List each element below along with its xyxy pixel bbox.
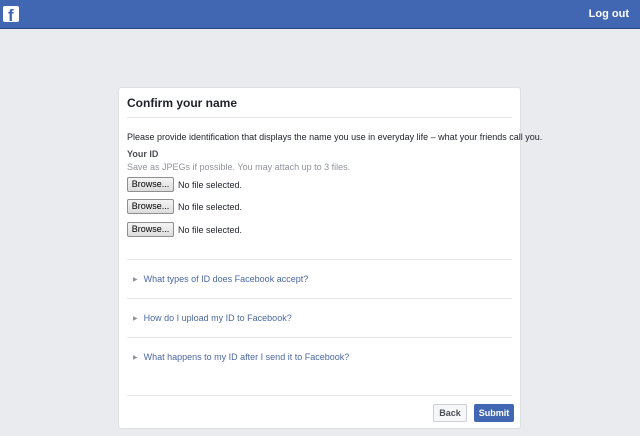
file-upload-row: Browse... No file selected. — [127, 199, 242, 214]
triangle-right-icon: ▶ — [133, 354, 138, 361]
file-upload-row: Browse... No file selected. — [127, 177, 242, 192]
file-status: No file selected. — [178, 224, 243, 235]
your-id-label: Your ID — [127, 149, 159, 159]
file-upload-row: Browse... No file selected. — [127, 222, 242, 237]
browse-button[interactable]: Browse... — [127, 177, 174, 192]
triangle-right-icon: ▶ — [133, 276, 138, 283]
faq-label: What types of ID does Facebook accept? — [143, 274, 309, 284]
browse-button[interactable]: Browse... — [127, 222, 174, 237]
id-hint-text: Save as JPEGs if possible. You may attac… — [127, 162, 351, 172]
faq-label: What happens to my ID after I send it to… — [143, 352, 350, 362]
browse-button[interactable]: Browse... — [127, 199, 174, 214]
file-status: No file selected. — [178, 179, 243, 190]
facebook-logo[interactable]: f — [3, 6, 19, 22]
triangle-right-icon: ▶ — [133, 315, 138, 322]
faq-item-after-send[interactable]: ▶ What happens to my ID after I send it … — [133, 352, 349, 362]
faq-label: How do I upload my ID to Facebook? — [143, 313, 292, 323]
faq-item-id-types[interactable]: ▶ What types of ID does Facebook accept? — [133, 274, 308, 284]
page-title: Confirm your name — [127, 96, 238, 110]
section-divider — [127, 337, 512, 338]
section-divider — [127, 298, 512, 299]
intro-text: Please provide identification that displ… — [127, 132, 543, 142]
back-button[interactable]: Back — [433, 404, 467, 422]
submit-button[interactable]: Submit — [474, 404, 514, 422]
top-navigation-bar: f Log out — [0, 0, 640, 29]
file-status: No file selected. — [178, 201, 243, 212]
title-divider — [127, 117, 512, 118]
section-divider — [127, 259, 512, 260]
faq-item-upload-id[interactable]: ▶ How do I upload my ID to Facebook? — [133, 313, 292, 323]
facebook-logo-letter: f — [8, 6, 14, 22]
footer-divider — [127, 395, 512, 396]
confirm-name-card: Confirm your name Please provide identif… — [118, 87, 542, 429]
logout-link[interactable]: Log out — [589, 8, 629, 20]
